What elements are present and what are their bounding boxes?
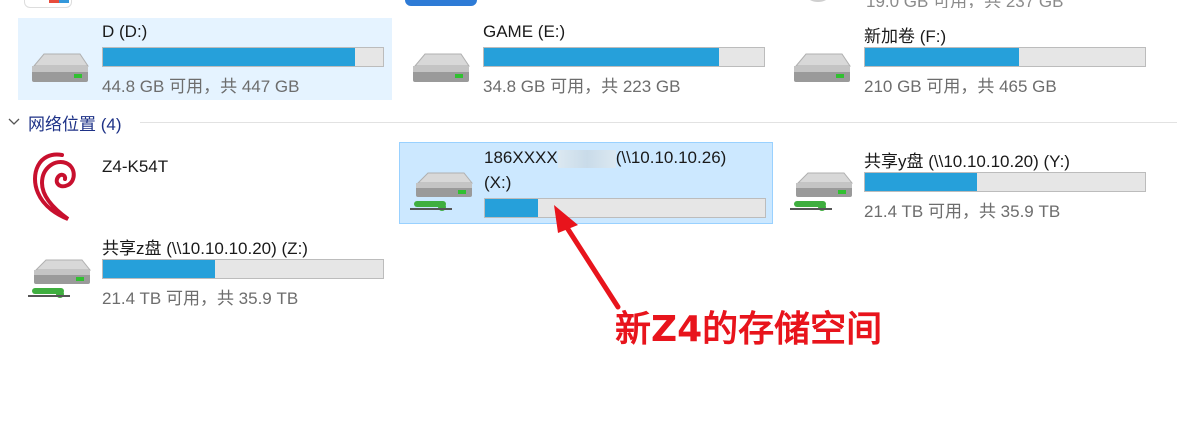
drive-free-text: 21.4 TB 可用，共 35.9 TB	[864, 202, 1061, 221]
section-divider	[140, 122, 1177, 123]
drive-f[interactable]: 新加卷 (F:) 210 GB 可用，共 465 GB	[780, 18, 1154, 100]
network-drive-icon	[410, 172, 474, 211]
network-item-name: 共享y盘 (\\10.10.10.20) (Y:)	[864, 152, 1070, 171]
top-partial-row: 19.0 GB 可用，共 237 GB	[0, 0, 1177, 8]
network-section-header[interactable]: 网络位置 (4)	[6, 110, 122, 134]
hard-drive-icon	[413, 53, 470, 82]
network-item-letter: (X:)	[484, 173, 512, 192]
drive-name: D (D:)	[102, 22, 148, 41]
partial-disk-icon	[808, 0, 828, 2]
annotation-label: 新Z4的存储空间	[615, 309, 883, 350]
drive-free-text: 210 GB 可用，共 465 GB	[864, 77, 1057, 96]
network-location-z4[interactable]: Z4-K54T	[18, 143, 392, 225]
section-title: 网络位置 (4)	[28, 114, 122, 134]
annotation-arrow	[554, 205, 621, 310]
drive-name: GAME (E:)	[483, 22, 566, 41]
drive-usage-bar	[864, 172, 1146, 192]
drive-name: 新加卷 (F:)	[864, 27, 947, 46]
blurred-region	[557, 149, 616, 168]
hard-drive-icon	[32, 53, 89, 82]
network-drive-y[interactable]: 共享y盘 (\\10.10.10.20) (Y:) 21.4 TB 可用，共 3…	[780, 143, 1154, 225]
drive-free-text: 34.8 GB 可用，共 223 GB	[483, 77, 681, 96]
chevron-down-icon	[8, 118, 20, 125]
network-item-address: (\\10.10.10.26)	[615, 148, 727, 167]
partial-free-text: 19.0 GB 可用，共 237 GB	[866, 0, 1063, 8]
drive-free-text: 21.4 TB 可用，共 35.9 TB	[102, 289, 299, 308]
drive-usage-bar	[864, 47, 1146, 67]
network-drive-z[interactable]: 共享z盘 (\\10.10.10.20) (Z:) 21.4 TB 可用，共 3…	[18, 230, 392, 312]
network-drive-icon	[28, 259, 92, 298]
drive-free-text: 44.8 GB 可用，共 447 GB	[102, 77, 300, 96]
drive-d[interactable]: D (D:) 44.8 GB 可用，共 447 GB	[18, 18, 392, 100]
partial-app-icon	[24, 0, 72, 8]
network-item-name-prefix: 186XXXX	[484, 148, 558, 167]
hard-drive-icon	[794, 53, 851, 82]
drive-usage-bar	[102, 47, 384, 67]
drive-usage-bar	[483, 47, 765, 67]
network-drive-icon	[790, 172, 854, 211]
network-item-name: 186XXXX (\\10.10.10.26)	[484, 148, 726, 168]
network-item-name: 共享z盘 (\\10.10.10.20) (Z:)	[102, 239, 308, 258]
network-item-name: Z4-K54T	[102, 157, 169, 176]
partial-button[interactable]	[405, 0, 477, 6]
drive-e[interactable]: GAME (E:) 34.8 GB 可用，共 223 GB	[399, 18, 773, 100]
debian-swirl-icon	[33, 152, 76, 221]
drive-usage-bar	[102, 259, 384, 279]
